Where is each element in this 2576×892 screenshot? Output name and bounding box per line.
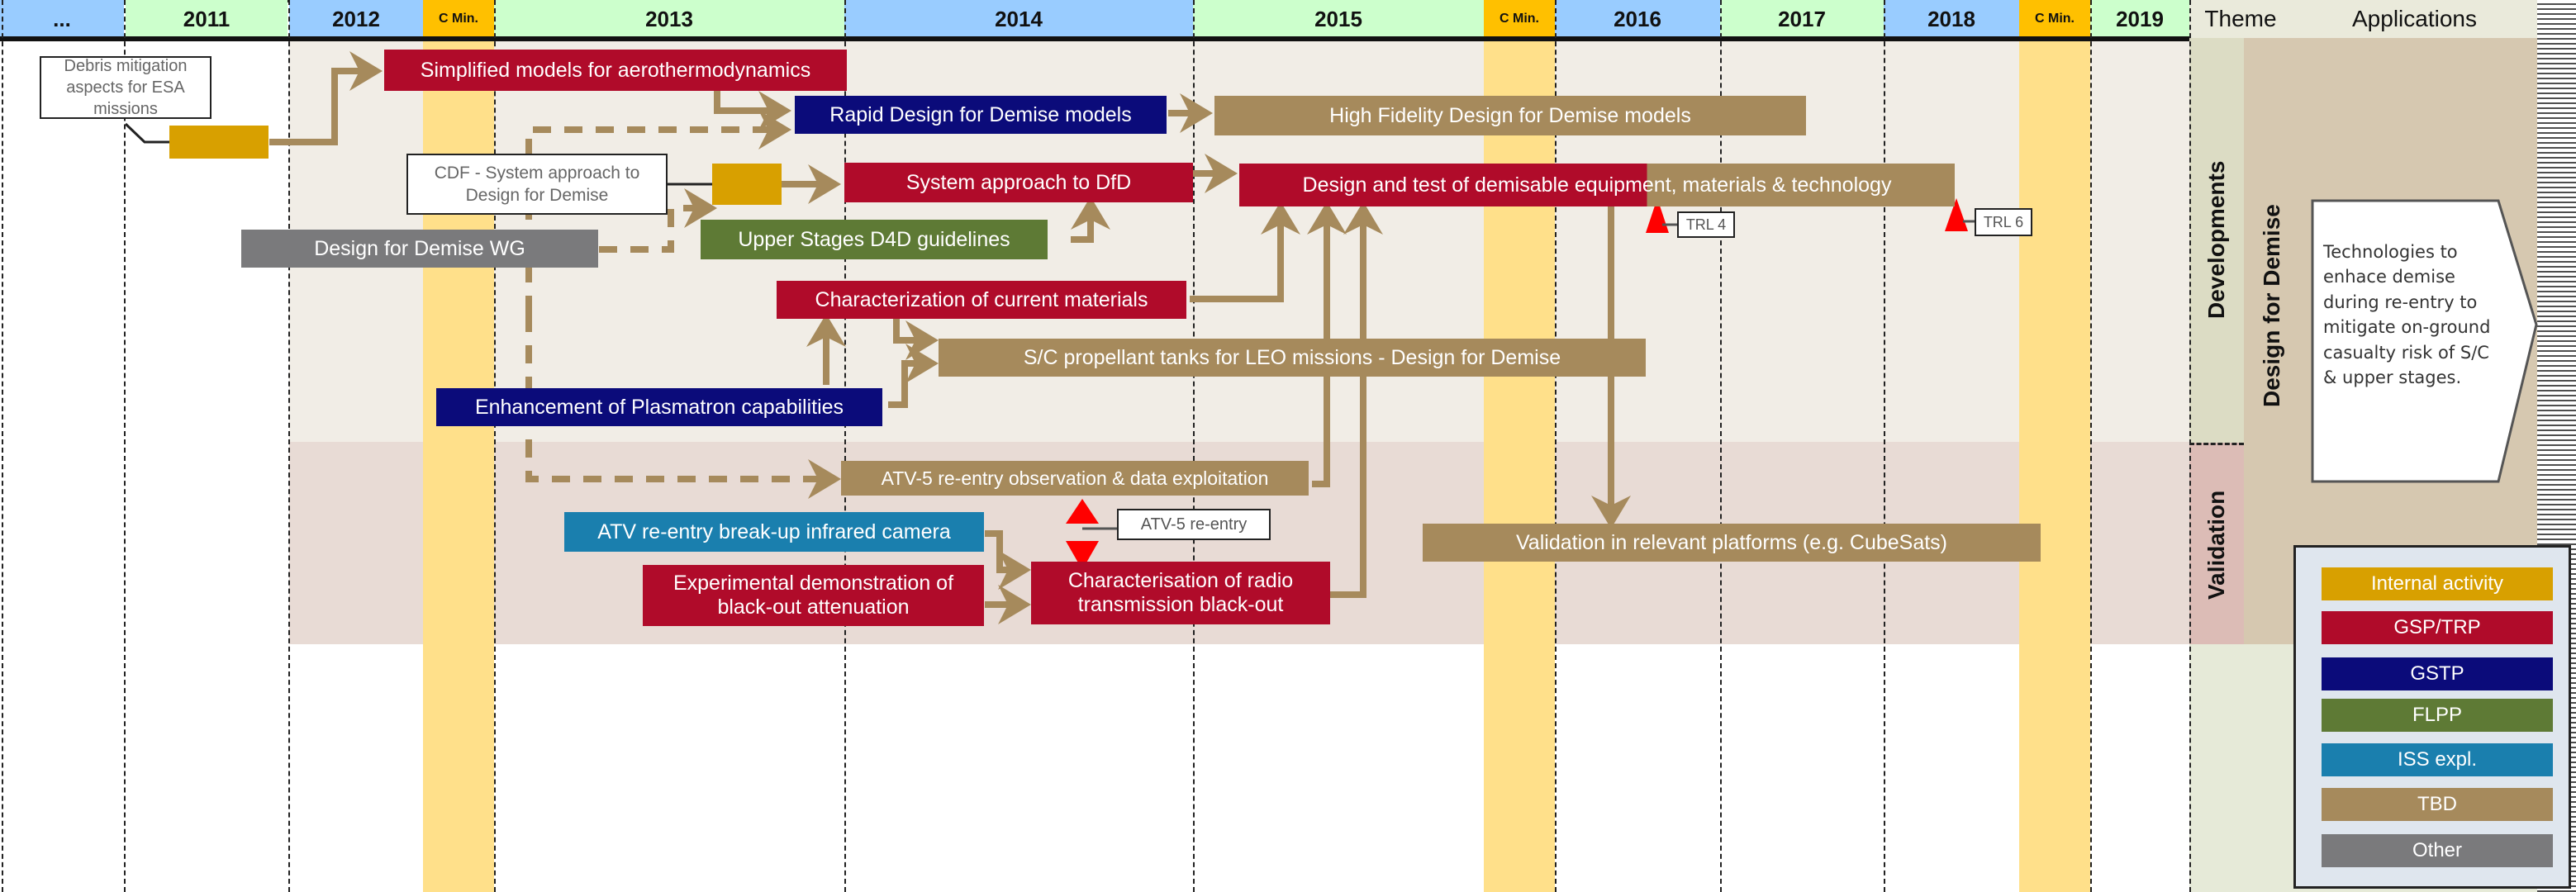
activity-d4d-working-group[interactable]: Design for Demise WG [241,230,598,268]
activity-rapid-d4d-models[interactable]: Rapid Design for Demise models [795,96,1167,134]
activity-char-current-materials[interactable]: Characterization of current materials [777,281,1186,319]
milestone-label-trl6: TRL 6 [1975,208,2032,236]
theme-design-for-demise: Design for Demise [2259,204,2284,407]
legend-gsp-trp: GSP/TRP [2322,611,2553,644]
activity-atv-infrared-camera[interactable]: ATV re-entry break-up infrared camera [564,512,984,552]
legend-tbd: TBD [2322,788,2553,821]
arrow-char-to-tanks [893,318,939,360]
application-description: Technologies to enhace demise during re-… [2323,242,2491,388]
activity-propellant-tanks[interactable]: S/C propellant tanks for LEO missions - … [939,339,1646,377]
activity-design-test-label: Design and test of demisable equipment, … [1302,173,1892,197]
internal-activity-cdf [712,164,782,205]
milestone-atv5-up [1066,499,1099,524]
arrow-char-to-design [1190,202,1300,302]
legend-internal-activity: Internal activity [2322,567,2553,600]
note-cdf-system-approach: CDF - System approach to Design for Demi… [406,154,668,215]
activity-simplified-models[interactable]: Simplified models for aerothermodynamics [384,50,847,91]
arrow-camera-to-radio [985,530,1031,590]
activity-upper-stages-guidelines[interactable]: Upper Stages D4D guidelines [701,220,1048,259]
legend-other: Other [2322,834,2553,867]
internal-activity-debris [169,126,269,159]
theme-developments: Developments [2203,160,2229,319]
note-debris-mitigation: Debris mitigation aspects for ESA missio… [40,56,211,119]
milestone-label-trl4: TRL 4 [1677,211,1735,238]
note-connector-debris [124,122,169,144]
activity-radio-blackout-characterisation[interactable]: Characterisation of radio transmission b… [1031,562,1330,624]
activity-hifi-d4d-models[interactable]: High Fidelity Design for Demise models [1214,96,1806,135]
milestone-label-atv5-reentry: ATV-5 re-entry [1117,509,1271,540]
activity-system-approach-dfd[interactable]: System approach to DfD [844,163,1193,202]
arrow-radio-to-design [1330,202,1383,598]
legend-flpp: FLPP [2322,699,2553,732]
legend-gstp: GSTP [2322,657,2553,690]
activity-blackout-attenuation-demo[interactable]: Experimental demonstration of black-out … [643,565,984,626]
theme-validation: Validation [2203,490,2229,600]
activity-plasmatron-enhancement[interactable]: Enhancement of Plasmatron capabilities [436,388,882,426]
arrow-plasmatron-to-tanks [888,344,939,408]
legend-iss-expl: ISS expl. [2322,743,2553,776]
arrow-simplified-to-rapid [714,89,791,130]
arrow-upper-to-system [1071,197,1110,243]
activity-validation-platforms[interactable]: Validation in relevant platforms (e.g. C… [1423,524,2041,562]
activity-atv5-observation[interactable]: ATV-5 re-entry observation & data exploi… [841,461,1309,496]
arrow-debris-to-simplified [269,51,383,145]
